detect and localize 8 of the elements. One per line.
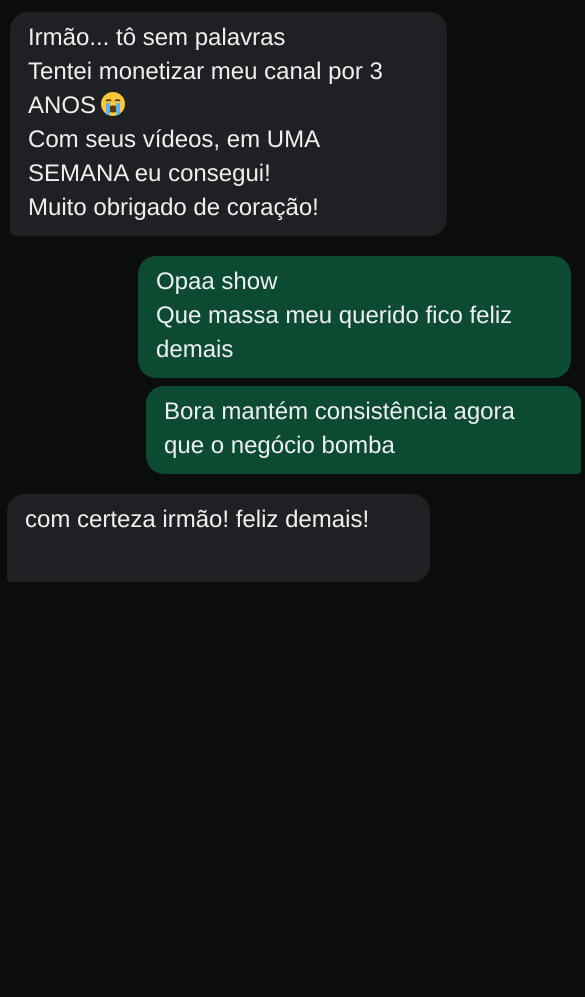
message-text: Muito obrigado de coração! [28, 193, 320, 223]
message-text: Opaa show [156, 267, 278, 297]
message-text: Irmão... tô sem palavras [28, 23, 286, 53]
message-text: com certeza irmão! feliz demais! [25, 505, 370, 535]
message-text: Bora mantém consistência agora que o negócio bomba [164, 397, 516, 461]
message-text: Tentei monetizar meu canal por 3 ANOS [28, 57, 384, 121]
message-text: Que massa meu querido fico feliz demais [156, 301, 514, 365]
message-text: Com seus vídeos, em UMA SEMANA eu consegui! [28, 125, 320, 189]
